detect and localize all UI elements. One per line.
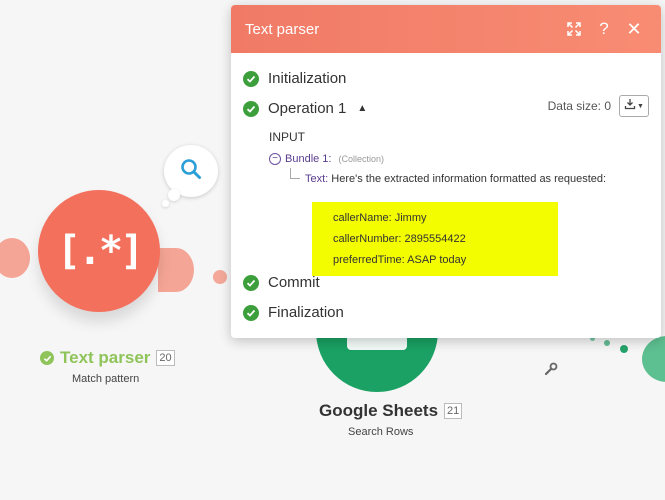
step-initialization: Initialization: [243, 70, 346, 87]
bundle-row[interactable]: − Bundle 1: (Collection): [269, 153, 384, 165]
bubble-tail-dot: [162, 200, 169, 207]
green-module-fragment: [642, 336, 665, 382]
magnifier-icon: [179, 157, 203, 186]
panel-title: Text parser: [245, 20, 320, 38]
module-subtitle: Match pattern: [72, 373, 140, 385]
chevron-down-icon: ▼: [637, 102, 644, 110]
highlight-line: callerNumber: 2895554422: [333, 233, 466, 245]
tree-connector: [290, 168, 300, 179]
wrench-icon[interactable]: [544, 362, 558, 381]
highlight-line: callerName: Jimmy: [333, 212, 427, 224]
panel-header: Text parser ? ✕: [231, 5, 661, 53]
google-sheets-title: Google Sheets 21: [319, 401, 463, 421]
connector-dot: [213, 270, 227, 284]
check-circle-icon: [243, 304, 259, 321]
collapse-minus-icon[interactable]: −: [269, 153, 281, 165]
text-parser-title: Text parser 20: [40, 348, 175, 368]
step-label: Operation 1: [268, 100, 347, 117]
text-field-row: Text: Here's the extracted information f…: [305, 173, 606, 185]
check-circle-icon: [243, 100, 259, 117]
highlight-line: preferredTime: ASAP today: [333, 254, 467, 266]
input-section-label: INPUT: [269, 130, 305, 144]
expand-icon[interactable]: [561, 16, 587, 42]
step-operation[interactable]: Operation 1 ▲: [243, 100, 367, 117]
bundle-label: Bundle 1:: [285, 153, 332, 165]
close-icon[interactable]: ✕: [621, 16, 647, 42]
module-id-badge: 20: [156, 350, 175, 366]
text-parser-module[interactable]: [.*]: [38, 190, 160, 312]
collapse-caret-icon[interactable]: ▲: [357, 103, 367, 114]
bundle-type: (Collection): [338, 154, 384, 164]
module-name: Text parser: [60, 348, 151, 367]
check-circle-icon: [40, 351, 54, 365]
download-button[interactable]: ▼: [619, 95, 649, 117]
regex-icon: [.*]: [56, 228, 144, 274]
highlighted-output: callerName: Jimmy callerNumber: 28955544…: [312, 202, 558, 276]
module-name: Google Sheets: [319, 401, 439, 420]
execution-details-panel: Text parser ? ✕ Initialization Operation…: [231, 5, 661, 338]
step-label: Finalization: [268, 304, 344, 321]
green-route-dot: [604, 340, 610, 346]
bubble-tail-dot: [168, 189, 180, 201]
connector-left-bulb: [0, 238, 30, 278]
check-circle-icon: [243, 70, 259, 87]
module-id-badge: 21: [444, 403, 463, 419]
help-icon[interactable]: ?: [591, 16, 617, 42]
download-icon: [624, 97, 636, 115]
module-subtitle: Search Rows: [348, 426, 414, 438]
connector-right-bulb: [158, 248, 194, 292]
step-label: Initialization: [268, 70, 347, 87]
text-value: Here's the extracted information formatt…: [331, 173, 607, 185]
green-route-dot: [620, 345, 628, 353]
data-size: Data size: 0: [547, 99, 611, 113]
text-key: Text:: [305, 173, 329, 185]
check-circle-icon: [243, 274, 259, 291]
step-commit: Commit: [243, 274, 320, 291]
step-label: Commit: [268, 274, 320, 291]
step-finalization: Finalization: [243, 304, 344, 321]
